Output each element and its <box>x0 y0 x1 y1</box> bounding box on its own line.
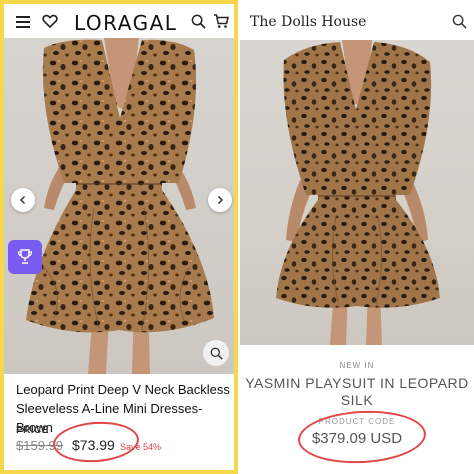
chevron-left-icon <box>19 195 26 205</box>
carousel-prev-button[interactable] <box>11 188 35 212</box>
product-photo[interactable] <box>240 40 474 345</box>
product-title: YASMIN PLAYSUIT IN LEOPARD SILK <box>245 375 469 408</box>
cart-icon[interactable] <box>213 13 229 29</box>
site-logo[interactable]: LORAGAL <box>74 11 177 35</box>
carousel-next-button[interactable] <box>208 188 232 212</box>
loragal-panel: LORAGAL Leopard Print Deep V Neck Backle… <box>0 0 238 474</box>
search-icon[interactable] <box>191 14 206 29</box>
menu-icon[interactable] <box>16 16 30 28</box>
zoom-button[interactable] <box>203 340 229 366</box>
new-in-label: NEW IN <box>339 361 375 370</box>
search-icon[interactable] <box>452 14 467 29</box>
heart-icon[interactable] <box>42 13 58 29</box>
product-photo[interactable] <box>4 38 234 374</box>
chevron-right-icon <box>217 195 224 205</box>
loragal-header: LORAGAL <box>4 4 234 38</box>
store-name[interactable]: The Dolls House <box>250 14 366 30</box>
trophy-icon <box>17 249 33 264</box>
zoom-icon <box>210 347 223 360</box>
price-label: PRICE <box>16 425 50 436</box>
leopard-dress-image <box>26 38 214 374</box>
dolls-house-panel: The Dolls House NEW IN YASMIN PLAYSUIT I… <box>240 0 474 474</box>
rewards-badge-button[interactable] <box>8 240 42 274</box>
leopard-playsuit-image <box>276 40 440 345</box>
